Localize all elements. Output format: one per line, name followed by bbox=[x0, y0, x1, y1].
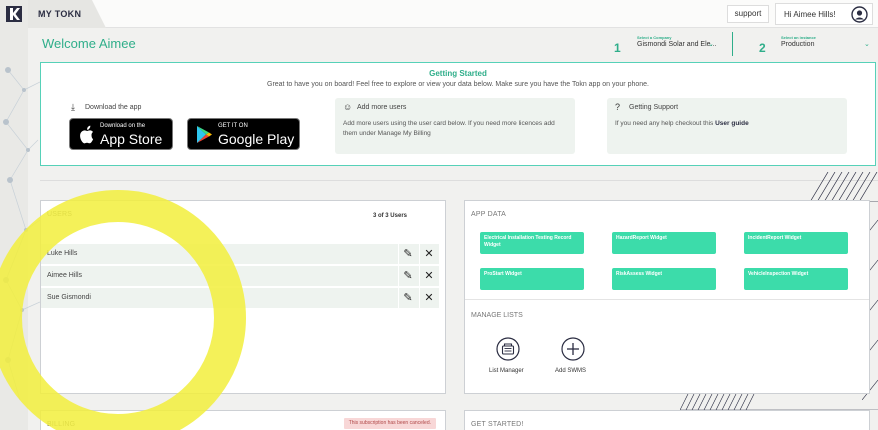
add-users-body: Add more users using the user card below… bbox=[343, 120, 555, 137]
user-avatar-icon bbox=[851, 6, 868, 23]
section-divider bbox=[40, 180, 878, 181]
user-row[interactable]: Luke Hills ✎ ✕ bbox=[41, 244, 439, 264]
widget-hazard-report[interactable]: HazardReport Widget bbox=[612, 232, 716, 254]
delete-close-icon[interactable]: ✕ bbox=[419, 288, 438, 308]
subscription-status-badge: This subscription has been canceled. bbox=[343, 418, 436, 429]
list-manager-label[interactable]: List Manager bbox=[489, 368, 524, 374]
delete-close-icon[interactable]: ✕ bbox=[419, 266, 438, 286]
getting-started-panel: Getting Started Great to have you on boa… bbox=[40, 62, 876, 166]
select-divider bbox=[732, 32, 733, 56]
user-row[interactable]: Aimee Hills ✎ ✕ bbox=[41, 266, 439, 286]
app-data-title: APP DATA bbox=[471, 211, 507, 218]
user-menu-button[interactable]: Hi Aimee Hills! bbox=[775, 3, 873, 25]
google-play-icon bbox=[197, 126, 212, 143]
user-row[interactable]: Sue Gismondi ✎ ✕ bbox=[41, 288, 439, 308]
widget-prostart[interactable]: ProStart Widget bbox=[480, 268, 584, 290]
download-app-card: ⤓ Download the app Download on the App S… bbox=[63, 98, 317, 154]
add-swms-plus-icon[interactable] bbox=[561, 337, 585, 361]
edit-pencil-icon[interactable]: ✎ bbox=[398, 288, 417, 308]
getting-started-title: Getting Started bbox=[429, 69, 487, 78]
app-store-small-text: Download on the bbox=[100, 123, 146, 129]
billing-panel: BILLING This subscription has been cance… bbox=[40, 410, 446, 430]
edit-pencil-icon[interactable]: ✎ bbox=[398, 266, 417, 286]
widget-vehicle-inspection[interactable]: VehicleInspection Widget bbox=[744, 268, 848, 290]
widget-incident-report[interactable]: IncidentReport Widget bbox=[744, 232, 848, 254]
manage-lists-title: MANAGE LISTS bbox=[471, 312, 523, 319]
network-decoration bbox=[3, 67, 40, 401]
google-play-small-text: GET IT ON bbox=[218, 123, 248, 129]
get-started-title: GET STARTED! bbox=[471, 421, 524, 428]
manage-lists-separator bbox=[465, 299, 869, 300]
apple-icon bbox=[80, 125, 94, 144]
getting-support-title: Getting Support bbox=[629, 104, 679, 111]
google-play-button[interactable]: GET IT ON Google Play bbox=[187, 118, 300, 150]
top-bar: MY TOKN support Hi Aimee Hills! bbox=[28, 0, 878, 28]
stripes-decoration-top bbox=[800, 172, 878, 202]
getting-started-subtitle: Great to have you on board! Feel free to… bbox=[267, 81, 649, 88]
app-data-panel: APP DATA Electrical Installation Testing… bbox=[464, 200, 870, 394]
getting-support-text: If you need any help checkout this bbox=[615, 120, 714, 127]
delete-close-icon[interactable]: ✕ bbox=[419, 244, 438, 264]
users-title: USERS bbox=[47, 211, 73, 218]
user-guide-link[interactable]: User guide bbox=[715, 120, 749, 127]
support-button[interactable]: support bbox=[727, 5, 769, 23]
app-store-big-text: App Store bbox=[100, 131, 163, 147]
add-user-icon: ☺ bbox=[343, 102, 353, 112]
add-users-card: ☺ Add more users Add more users using th… bbox=[335, 98, 575, 154]
company-select[interactable]: Gismondi Solar and Ele... bbox=[637, 41, 716, 48]
company-chevron-down-icon[interactable]: ⌄ bbox=[708, 40, 714, 48]
instance-select-caption: Select an instance bbox=[781, 35, 816, 40]
widget-riskassess[interactable]: RiskAssess Widget bbox=[612, 268, 716, 290]
getting-support-body: If you need any help checkout this User … bbox=[615, 119, 841, 129]
instance-select[interactable]: Production bbox=[781, 41, 814, 48]
google-play-big-text: Google Play bbox=[218, 131, 295, 147]
user-greeting: Hi Aimee Hills! bbox=[784, 10, 836, 19]
edit-pencil-icon[interactable]: ✎ bbox=[398, 244, 417, 264]
company-select-caption: Select a Company bbox=[637, 35, 672, 40]
user-name: Sue Gismondi bbox=[47, 294, 91, 301]
add-users-title: Add more users bbox=[357, 104, 407, 111]
list-manager-icon[interactable] bbox=[496, 337, 520, 361]
get-started-panel: GET STARTED! bbox=[464, 410, 870, 430]
download-app-title: Download the app bbox=[85, 104, 142, 111]
brand-name[interactable]: MY TOKN bbox=[38, 9, 81, 19]
users-panel: USERS 3 of 3 Users Luke Hills ✎ ✕ Aimee … bbox=[40, 200, 446, 394]
user-name: Aimee Hills bbox=[47, 272, 83, 279]
users-count: 3 of 3 Users bbox=[372, 213, 407, 219]
instance-chevron-down-icon[interactable]: ⌄ bbox=[864, 40, 870, 48]
download-icon: ⤓ bbox=[71, 102, 75, 112]
widget-electrical-testing[interactable]: Electrical Installation Testing Record W… bbox=[480, 232, 584, 254]
question-icon: ? bbox=[615, 102, 621, 112]
add-swms-label[interactable]: Add SWMS bbox=[555, 368, 586, 374]
getting-support-card: ? Getting Support If you need any help c… bbox=[607, 98, 847, 154]
user-name: Luke Hills bbox=[47, 250, 78, 257]
step-2-number: 2 bbox=[759, 41, 766, 55]
billing-title: BILLING bbox=[47, 421, 76, 428]
step-1-number: 1 bbox=[614, 41, 621, 55]
app-store-button[interactable]: Download on the App Store bbox=[69, 118, 173, 150]
tokn-logo-icon[interactable] bbox=[6, 6, 22, 22]
welcome-heading: Welcome Aimee bbox=[42, 36, 136, 51]
stripes-decoration-bottom bbox=[680, 394, 878, 410]
